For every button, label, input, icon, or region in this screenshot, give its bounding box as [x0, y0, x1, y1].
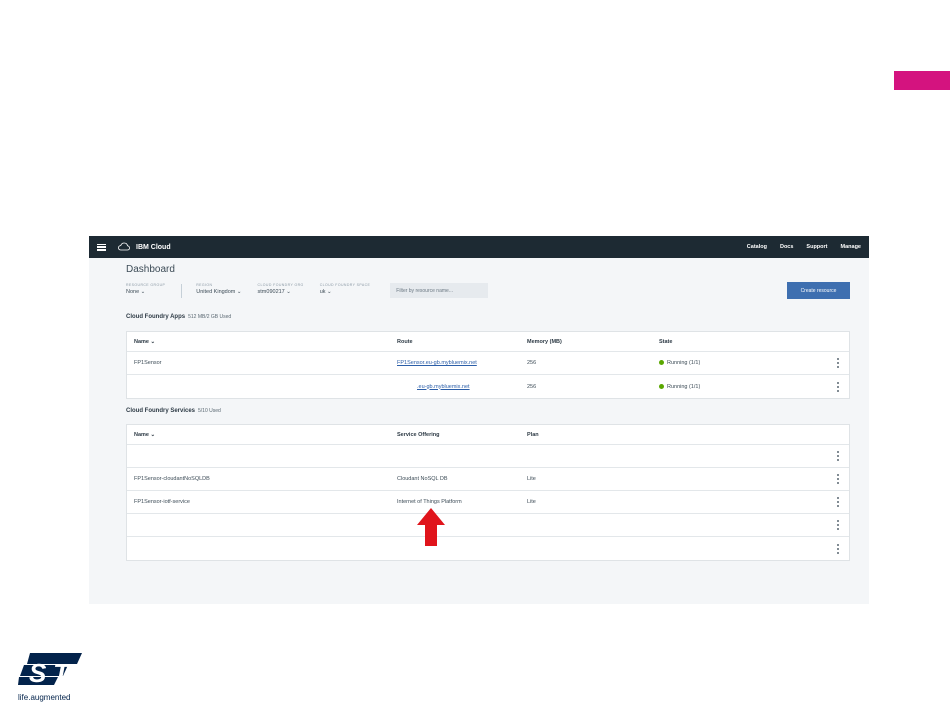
resource-group-filter[interactable]: RESOURCE GROUP None ⌄ [126, 283, 165, 295]
filter-bar: RESOURCE GROUP None ⌄ REGION United King… [126, 283, 489, 298]
apps-usage-text: 512 MB/2 GB Used [188, 314, 232, 320]
service-offering: Internet of Things Platform [397, 499, 462, 505]
filter-label: RESOURCE GROUP [126, 283, 166, 287]
filter-value[interactable]: stm090217 ⌄ [258, 289, 304, 295]
overflow-menu-icon[interactable] [836, 451, 840, 461]
filter-value[interactable]: uk ⌄ [320, 289, 371, 295]
table-row[interactable]: FP1Sensor-cloudantNoSQLDB Cloudant NoSQL… [127, 468, 849, 491]
app-route-link[interactable]: FP1Sensor.eu-gb.mybluemix.net [397, 360, 477, 366]
nav-manage-link[interactable]: Manage [841, 244, 861, 250]
table-row[interactable]: .eu-gb.mybluemix.net 256 Running (1/1) [127, 375, 849, 398]
column-header-name[interactable]: Name ⌄ [134, 432, 155, 438]
top-navigation-bar: IBM Cloud Catalog Docs Support Manage [89, 236, 869, 258]
resource-filter-input[interactable] [390, 283, 489, 298]
app-memory: 256 [527, 360, 537, 366]
services-section-title: Cloud Foundry Services 5/10 Used [126, 408, 221, 414]
table-row[interactable] [127, 445, 849, 468]
nav-support-link[interactable]: Support [806, 244, 827, 250]
overflow-menu-icon[interactable] [836, 474, 840, 484]
service-name[interactable]: FP1Sensor-cloudantNoSQLDB [134, 476, 210, 482]
table-row[interactable]: FP1Sensor FP1Sensor.eu-gb.mybluemix.net … [127, 352, 849, 375]
services-table: Name ⌄ Service Offering Plan FP1Sensor-c… [126, 424, 850, 561]
service-name[interactable]: FP1Sensor-iotf-service [134, 499, 190, 505]
service-plan: Lite [527, 499, 536, 505]
red-up-arrow-icon [417, 508, 445, 546]
overflow-menu-icon[interactable] [836, 520, 840, 530]
page-title: Dashboard [126, 264, 175, 275]
column-header-name[interactable]: Name ⌄ [134, 339, 155, 345]
column-header-service-offering: Service Offering [397, 431, 440, 438]
app-state-text: Running (1/1) [667, 383, 701, 390]
app-name[interactable]: FP1Sensor [134, 360, 162, 366]
app-memory: 256 [527, 383, 537, 390]
filter-value[interactable]: United Kingdom ⌄ [196, 289, 241, 295]
overflow-menu-icon[interactable] [836, 381, 840, 392]
st-logo-icon: ST [18, 653, 82, 688]
pink-accent-tab [894, 71, 950, 90]
ibm-cloud-dashboard-screenshot: IBM Cloud Catalog Docs Support Manage Da… [89, 236, 869, 604]
filter-label: REGION [196, 283, 213, 287]
logo-tagline: life.augmented [18, 693, 71, 702]
column-header-memory: Memory (MB) [527, 338, 562, 345]
column-header-route: Route [397, 338, 413, 345]
app-state-text: Running (1/1) [667, 360, 701, 366]
table-header-row: Name ⌄ Route Memory (MB) State [127, 332, 849, 352]
overflow-menu-icon[interactable] [836, 543, 840, 554]
table-row[interactable] [127, 537, 849, 560]
top-nav-links: Catalog Docs Support Manage [747, 244, 861, 250]
services-section-label: Cloud Foundry Services [126, 408, 196, 414]
overflow-menu-icon[interactable] [836, 497, 840, 507]
nav-catalog-link[interactable]: Catalog [747, 244, 767, 250]
app-state: Running (1/1) [659, 360, 700, 366]
column-header-plan: Plan [527, 431, 539, 438]
filter-label: CLOUD FOUNDRY SPACE [319, 283, 371, 287]
region-filter[interactable]: REGION United Kingdom ⌄ [196, 283, 241, 295]
running-status-icon [659, 360, 664, 366]
column-header-state: State [659, 338, 673, 345]
cf-org-filter[interactable]: CLOUD FOUNDRY ORG stm090217 ⌄ [258, 283, 304, 295]
table-row[interactable]: FP1Sensor-iotf-service Internet of Thing… [127, 491, 849, 514]
create-resource-button[interactable]: Create resource [787, 282, 850, 299]
apps-section-label: Cloud Foundry Apps [126, 314, 186, 320]
filter-label: CLOUD FOUNDRY ORG [257, 283, 304, 287]
filter-divider [181, 284, 183, 298]
table-row[interactable] [127, 514, 849, 537]
brand-title[interactable]: IBM Cloud [136, 244, 171, 251]
st-logo: ST life.augmented [18, 652, 84, 702]
app-route-link[interactable]: .eu-gb.mybluemix.net [417, 384, 470, 390]
services-usage-text: 5/10 Used [198, 408, 221, 414]
overflow-menu-icon[interactable] [836, 358, 840, 368]
nav-docs-link[interactable]: Docs [780, 244, 793, 250]
apps-table: Name ⌄ Route Memory (MB) State FP1Sensor… [126, 331, 850, 399]
service-offering: Cloudant NoSQL DB [397, 476, 448, 482]
ibm-cloud-icon [118, 242, 130, 251]
apps-section-title: Cloud Foundry Apps 512 MB/2 GB Used [126, 314, 231, 320]
table-header-row: Name ⌄ Service Offering Plan [127, 425, 849, 445]
app-state: Running (1/1) [659, 384, 700, 390]
filter-value[interactable]: None ⌄ [126, 289, 165, 295]
running-status-icon [659, 383, 664, 389]
cf-space-filter[interactable]: CLOUD FOUNDRY SPACE uk ⌄ [320, 283, 371, 295]
service-plan: Lite [527, 476, 536, 482]
hamburger-menu-icon[interactable] [97, 243, 106, 251]
